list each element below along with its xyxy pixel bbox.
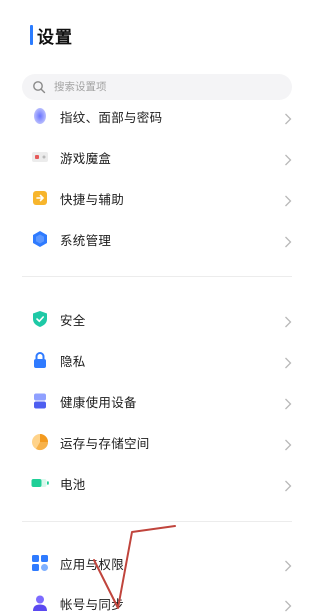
chevron-right-icon — [284, 233, 292, 248]
settings-item-label: 运存与存储空间 — [60, 435, 150, 451]
settings-item-label: 帐号与同步 — [60, 596, 125, 612]
settings-item-security[interactable]: 安全 — [0, 300, 300, 338]
chevron-right-icon — [284, 477, 292, 492]
chevron-right-icon — [284, 597, 292, 612]
settings-item-label: 系统管理 — [60, 232, 112, 248]
page-title: 设置 — [37, 27, 73, 48]
settings-item-label: 快捷与辅助 — [60, 191, 125, 207]
settings-item-healthy-usage[interactable]: 健康使用设备 — [0, 382, 300, 420]
apps-icon — [30, 553, 50, 573]
page-header: 设置 — [30, 24, 73, 48]
battery-icon — [30, 473, 50, 493]
settings-item-apps-permissions[interactable]: 应用与权限 — [0, 544, 300, 582]
hourglass-icon — [30, 391, 50, 411]
settings-item-fingerprint[interactable]: 指纹、面部与密码 — [0, 97, 300, 135]
settings-item-battery[interactable]: 电池 — [0, 464, 300, 502]
settings-item-label: 健康使用设备 — [60, 394, 137, 410]
settings-item-label: 应用与权限 — [60, 556, 125, 572]
lock-icon — [30, 350, 50, 370]
group-divider — [22, 276, 292, 277]
settings-item-privacy[interactable]: 隐私 — [0, 341, 300, 379]
chevron-right-icon — [284, 192, 292, 207]
chevron-right-icon — [284, 313, 292, 328]
settings-item-label: 电池 — [60, 476, 86, 492]
search-icon — [32, 80, 46, 94]
search-input[interactable] — [54, 81, 254, 93]
group-divider — [22, 521, 292, 522]
chevron-right-icon — [284, 151, 292, 166]
settings-item-system-management[interactable]: 系统管理 — [0, 220, 300, 258]
settings-item-game-box[interactable]: 游戏魔盒 — [0, 138, 300, 176]
game-box-icon — [30, 147, 50, 167]
storage-pie-icon — [30, 432, 50, 452]
system-management-icon — [30, 229, 50, 249]
settings-item-label: 安全 — [60, 312, 86, 328]
chevron-right-icon — [284, 110, 292, 125]
settings-item-account-sync[interactable]: 帐号与同步 — [0, 584, 300, 612]
fingerprint-icon — [30, 106, 50, 126]
shortcut-icon — [30, 188, 50, 208]
settings-item-label: 游戏魔盒 — [60, 150, 112, 166]
chevron-right-icon — [284, 557, 292, 572]
chevron-right-icon — [284, 354, 292, 369]
settings-item-label: 指纹、面部与密码 — [60, 109, 163, 125]
chevron-right-icon — [284, 436, 292, 451]
settings-item-storage[interactable]: 运存与存储空间 — [0, 423, 300, 461]
settings-item-label: 隐私 — [60, 353, 86, 369]
account-icon — [30, 593, 50, 612]
chevron-right-icon — [284, 395, 292, 410]
title-accent-bar — [30, 25, 33, 45]
shield-icon — [30, 309, 50, 329]
settings-item-shortcut[interactable]: 快捷与辅助 — [0, 179, 300, 217]
